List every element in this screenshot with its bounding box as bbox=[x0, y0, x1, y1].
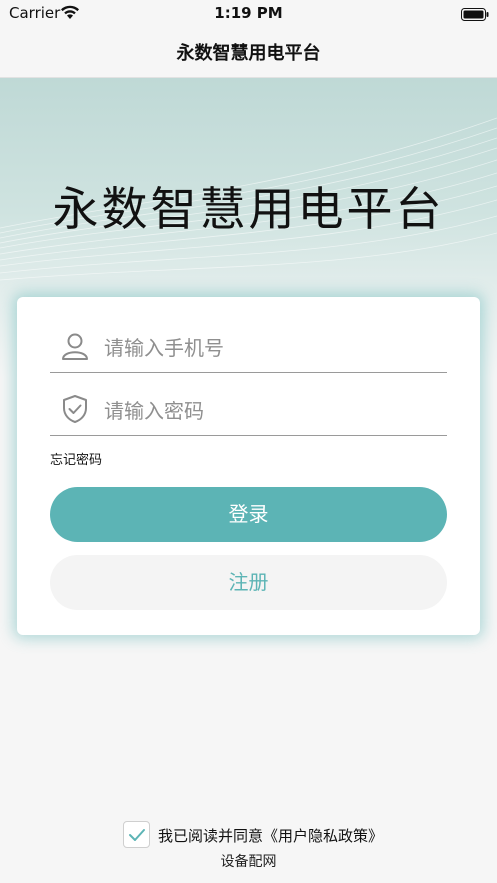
checkmark-icon bbox=[129, 829, 145, 841]
privacy-policy-link[interactable]: 我已阅读并同意《用户隐私政策》 bbox=[158, 825, 383, 846]
battery-icon bbox=[461, 6, 489, 25]
status-bar: Carrier 1:19 PM bbox=[0, 0, 497, 26]
status-time: 1:19 PM bbox=[214, 4, 283, 22]
shield-check-icon bbox=[60, 394, 90, 428]
phone-input[interactable] bbox=[102, 330, 436, 366]
device-config-network-link[interactable]: 设备配网 bbox=[0, 851, 497, 871]
password-field bbox=[50, 385, 447, 436]
forgot-password-link[interactable]: 忘记密码 bbox=[50, 449, 102, 468]
agreement-checkbox[interactable] bbox=[123, 821, 150, 848]
privacy-agreement: 我已阅读并同意《用户隐私政策》 bbox=[0, 820, 497, 850]
nav-title: 永数智慧用电平台 bbox=[176, 43, 321, 64]
login-card: 忘记密码 登录 注册 bbox=[17, 297, 480, 635]
user-icon bbox=[60, 331, 90, 365]
register-button[interactable]: 注册 bbox=[50, 555, 447, 610]
phone-field bbox=[50, 322, 447, 373]
navigation-bar: 永数智慧用电平台 bbox=[0, 26, 497, 78]
hero-title: 永数智慧用电平台 bbox=[52, 182, 445, 236]
password-input[interactable] bbox=[102, 393, 436, 429]
login-button[interactable]: 登录 bbox=[50, 487, 447, 542]
